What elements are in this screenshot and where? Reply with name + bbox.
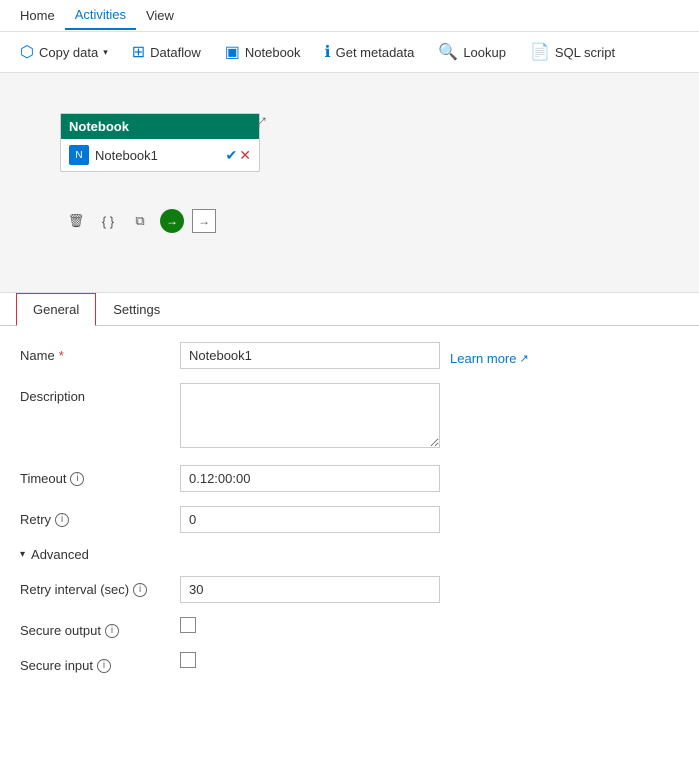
- timeout-input[interactable]: [180, 465, 440, 492]
- copy-data-dropdown-icon: ▾: [103, 47, 108, 58]
- learn-more-text: Learn more: [450, 351, 516, 366]
- menu-home[interactable]: Home: [10, 2, 65, 29]
- secure-output-row: Secure output i: [20, 617, 679, 638]
- x-icon[interactable]: ✕: [239, 147, 251, 164]
- learn-more-link[interactable]: Learn more ↗: [450, 345, 529, 366]
- notebook-node[interactable]: Notebook N Notebook1 ✔ ✕: [60, 113, 260, 172]
- delete-button[interactable]: 🗑: [64, 209, 88, 233]
- dataflow-button[interactable]: ⊞ Dataflow: [122, 38, 211, 66]
- secure-input-checkbox[interactable]: [180, 652, 196, 668]
- retry-input[interactable]: [180, 506, 440, 533]
- secure-input-row: Secure input i: [20, 652, 679, 673]
- node-toolbar: 🗑 { } ⧉ → →: [60, 205, 220, 237]
- name-label: Name *: [20, 342, 180, 363]
- tab-general[interactable]: General: [16, 293, 96, 326]
- timeout-row: Timeout i: [20, 465, 679, 492]
- notebook-node-title: Notebook: [69, 119, 129, 134]
- retry-interval-label: Retry interval (sec) i: [20, 576, 180, 597]
- expand-icon[interactable]: ⤢: [256, 115, 266, 130]
- secure-output-checkbox-wrap: [180, 617, 679, 633]
- get-metadata-icon: ℹ: [325, 42, 331, 62]
- retry-interval-input-wrap: [180, 576, 679, 603]
- advanced-label: Advanced: [31, 547, 89, 562]
- notebook-toolbar-icon: ▣: [225, 42, 240, 62]
- retry-interval-row: Retry interval (sec) i: [20, 576, 679, 603]
- description-row: Description: [20, 383, 679, 451]
- description-label: Description: [20, 383, 180, 404]
- timeout-label: Timeout i: [20, 465, 180, 486]
- secure-output-checkbox[interactable]: [180, 617, 196, 633]
- copy-data-icon: ⬡: [20, 42, 34, 62]
- name-row: Name * Learn more ↗: [20, 342, 679, 369]
- description-input-wrap: [180, 383, 679, 451]
- secure-output-label: Secure output i: [20, 617, 180, 638]
- canvas-area[interactable]: Notebook N Notebook1 ✔ ✕ ⤢ 🗑 { } ⧉ → →: [0, 73, 699, 293]
- external-link-icon: ↗: [519, 352, 528, 365]
- secure-input-info-icon[interactable]: i: [97, 659, 111, 673]
- chevron-down-icon: ▾: [20, 549, 25, 560]
- bottom-panel: General Settings Name * Learn more ↗ Des…: [0, 293, 699, 703]
- secure-input-label: Secure input i: [20, 652, 180, 673]
- copy-button[interactable]: ⧉: [128, 209, 152, 233]
- copy-data-button[interactable]: ⬡ Copy data ▾: [10, 38, 118, 66]
- notebook-node-icon: N: [69, 145, 89, 165]
- success-arrow-button[interactable]: →: [160, 209, 184, 233]
- output-arrow-button[interactable]: →: [192, 209, 216, 233]
- toolbar: ⬡ Copy data ▾ ⊞ Dataflow ▣ Notebook ℹ Ge…: [0, 32, 699, 73]
- sql-script-label: SQL script: [555, 45, 615, 60]
- retry-input-wrap: [180, 506, 679, 533]
- menu-activities[interactable]: Activities: [65, 1, 136, 30]
- dataflow-label: Dataflow: [150, 45, 201, 60]
- retry-row: Retry i: [20, 506, 679, 533]
- lookup-label: Lookup: [463, 45, 506, 60]
- form-body: Name * Learn more ↗ Description: [0, 326, 699, 703]
- notebook-node-item: N Notebook1: [69, 145, 158, 165]
- secure-output-info-icon[interactable]: i: [105, 624, 119, 638]
- lookup-icon: 🔍: [438, 42, 458, 62]
- timeout-info-icon[interactable]: i: [70, 472, 84, 486]
- retry-interval-input[interactable]: [180, 576, 440, 603]
- description-input[interactable]: [180, 383, 440, 448]
- get-metadata-button[interactable]: ℹ Get metadata: [315, 38, 425, 66]
- code-button[interactable]: { }: [96, 209, 120, 233]
- advanced-toggle[interactable]: ▾ Advanced: [20, 547, 679, 562]
- tab-settings[interactable]: Settings: [96, 293, 177, 326]
- name-required: *: [59, 348, 64, 363]
- retry-interval-info-icon[interactable]: i: [133, 583, 147, 597]
- notebook-button[interactable]: ▣ Notebook: [215, 38, 311, 66]
- copy-data-label: Copy data: [39, 45, 98, 60]
- get-metadata-label: Get metadata: [336, 45, 415, 60]
- menu-bar: Home Activities View: [0, 0, 699, 32]
- lookup-button[interactable]: 🔍 Lookup: [428, 38, 516, 66]
- retry-info-icon[interactable]: i: [55, 513, 69, 527]
- name-input[interactable]: [180, 342, 440, 369]
- check-icon[interactable]: ✔: [226, 147, 238, 164]
- tabs: General Settings: [0, 293, 699, 326]
- notebook-label: Notebook: [245, 45, 301, 60]
- node-actions: ✔ ✕: [226, 147, 251, 164]
- name-input-wrap: Learn more ↗: [180, 342, 679, 369]
- dataflow-icon: ⊞: [132, 42, 145, 62]
- notebook-node-body: N Notebook1 ✔ ✕: [61, 139, 259, 171]
- sql-script-icon: 📄: [530, 42, 550, 62]
- menu-view[interactable]: View: [136, 2, 184, 29]
- timeout-input-wrap: [180, 465, 679, 492]
- notebook-node-item-label: Notebook1: [95, 148, 158, 163]
- retry-label: Retry i: [20, 506, 180, 527]
- secure-input-checkbox-wrap: [180, 652, 679, 668]
- notebook-node-header: Notebook: [61, 114, 259, 139]
- sql-script-button[interactable]: 📄 SQL script: [520, 38, 625, 66]
